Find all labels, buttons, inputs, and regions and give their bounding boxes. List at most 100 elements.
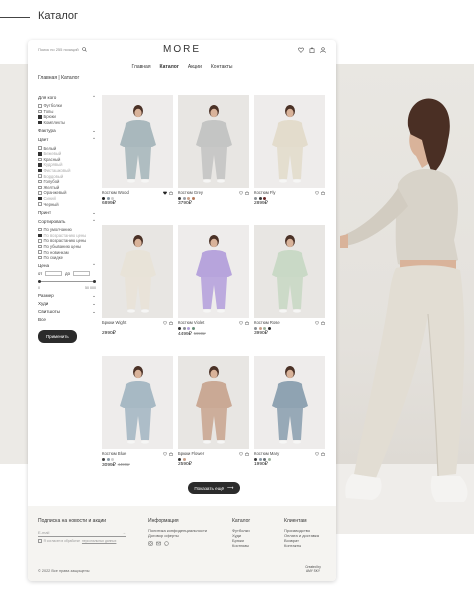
add-to-cart-icon[interactable]	[245, 451, 249, 456]
product-name[interactable]: Костюм Rose	[254, 320, 280, 325]
color-swatch[interactable]	[111, 457, 115, 461]
product-card[interactable]: Костюм Violet 4499₽ 5990₽	[178, 225, 249, 337]
product-image[interactable]	[254, 225, 325, 318]
price-from-input[interactable]	[45, 271, 63, 277]
filter-color-checkbox[interactable]	[38, 174, 42, 178]
filter-sweatshirts[interactable]: Свитшоты ⌄	[38, 309, 96, 315]
favorite-heart-icon[interactable]	[163, 190, 167, 195]
filter-color-option[interactable]: Черный	[38, 201, 96, 207]
favorite-heart-icon[interactable]	[163, 320, 167, 325]
user-icon[interactable]	[320, 47, 326, 53]
product-card[interactable]: Костюм Rose 3990₽	[254, 225, 325, 336]
add-to-cart-icon[interactable]	[321, 190, 325, 195]
add-to-cart-icon[interactable]	[321, 320, 325, 325]
color-swatch[interactable]	[106, 457, 110, 461]
apply-filters-button[interactable]: Применить	[38, 330, 77, 344]
filter-title-price[interactable]: Цена ⌃	[38, 263, 96, 269]
bag-icon[interactable]	[309, 47, 315, 53]
filter-color-checkbox[interactable]	[38, 196, 42, 201]
color-swatch[interactable]	[111, 196, 115, 200]
filter-title-for-whom[interactable]: Для кого ⌃	[38, 95, 96, 101]
product-name[interactable]: Костюм Violet	[178, 320, 204, 325]
nav-promos[interactable]: Акции	[188, 64, 202, 70]
filter-for-whom-option[interactable]: Комплекты	[38, 120, 96, 126]
color-swatch[interactable]	[191, 196, 195, 200]
filter-color-checkbox[interactable]	[38, 152, 42, 156]
color-swatch[interactable]	[258, 196, 262, 200]
color-swatch[interactable]	[263, 326, 267, 330]
filter-sort-checkbox[interactable]	[38, 233, 42, 238]
mail-icon[interactable]	[156, 541, 161, 546]
product-card[interactable]: Костюм Mary 1990₽	[254, 356, 325, 467]
arrow-right-icon[interactable]: →	[122, 530, 126, 536]
filter-title-size[interactable]: Размер ⌄	[38, 293, 96, 299]
filter-color-checkbox[interactable]	[38, 157, 42, 162]
product-image[interactable]	[178, 95, 249, 188]
filter-sort-checkbox[interactable]	[38, 239, 42, 243]
add-to-cart-icon[interactable]	[321, 451, 325, 456]
product-image[interactable]	[254, 95, 325, 188]
product-card[interactable]: Костюм Blue 3099₽ 4499₽	[102, 356, 173, 468]
color-swatch[interactable]	[187, 326, 191, 330]
footer-link[interactable]: Костюмы	[232, 543, 250, 548]
product-card[interactable]: Костюм Wood 6899₽	[102, 95, 173, 206]
product-image[interactable]	[178, 356, 249, 449]
product-card[interactable]: Брюки Flower 2590₽	[178, 356, 249, 467]
color-swatch[interactable]	[178, 457, 181, 461]
color-swatch[interactable]	[187, 196, 191, 200]
filter-color-checkbox[interactable]	[38, 168, 42, 173]
product-name[interactable]: Костюм Wood	[102, 190, 129, 195]
nav-home[interactable]: Главная	[132, 64, 151, 70]
product-name[interactable]: Костюм Grey	[178, 190, 203, 195]
product-name[interactable]: Костюм Mary	[254, 451, 279, 456]
product-name[interactable]: Костюм Blue	[102, 451, 126, 456]
color-swatch[interactable]	[263, 457, 267, 461]
product-name[interactable]: Брюки Wight	[102, 320, 126, 325]
filter-for-whom-checkbox[interactable]	[38, 109, 42, 114]
filter-title-print[interactable]: Принт ⌄	[38, 210, 96, 216]
add-to-cart-icon[interactable]	[169, 451, 173, 456]
favorite-heart-icon[interactable]	[239, 451, 243, 456]
product-image[interactable]	[102, 356, 173, 449]
color-swatch[interactable]	[182, 457, 186, 461]
product-image[interactable]	[102, 225, 173, 318]
color-swatch[interactable]	[254, 457, 257, 461]
product-image[interactable]	[178, 225, 249, 318]
product-name[interactable]: Костюм Fly	[254, 190, 276, 195]
price-slider-min-handle[interactable]	[38, 279, 41, 283]
favorite-heart-icon[interactable]	[315, 451, 319, 456]
add-to-cart-icon[interactable]	[245, 320, 249, 325]
color-swatch[interactable]	[178, 326, 181, 330]
filter-color-checkbox[interactable]	[38, 179, 42, 184]
filter-color-checkbox[interactable]	[38, 202, 42, 206]
filter-sort-option[interactable]: По скидке	[38, 255, 96, 261]
filter-for-whom-checkbox[interactable]	[38, 104, 42, 108]
color-swatch[interactable]	[102, 457, 105, 461]
filter-title-color[interactable]: Цвет ⌃	[38, 137, 96, 143]
whatsapp-icon[interactable]	[164, 541, 169, 546]
price-slider[interactable]	[38, 278, 96, 284]
newsletter-consent[interactable]: Я согласен в обработке персональных данн…	[38, 539, 126, 543]
product-card[interactable]: Костюм Grey 3790₽	[178, 95, 249, 206]
add-to-cart-icon[interactable]	[245, 190, 249, 195]
heart-icon[interactable]	[298, 47, 304, 53]
color-swatch[interactable]	[254, 326, 257, 330]
filter-for-whom-checkbox[interactable]	[38, 120, 42, 125]
color-swatch[interactable]	[182, 196, 186, 200]
price-to-input[interactable]	[72, 271, 90, 277]
product-name[interactable]: Брюки Flower	[178, 451, 204, 456]
filter-sort-checkbox[interactable]	[38, 255, 42, 260]
add-to-cart-icon[interactable]	[169, 190, 173, 195]
filter-color-checkbox[interactable]	[38, 146, 42, 150]
filter-sort-checkbox[interactable]	[38, 244, 42, 249]
filter-title-texture[interactable]: Фактура ⌄	[38, 128, 96, 134]
filter-for-whom-checkbox[interactable]	[38, 115, 42, 119]
nav-catalog[interactable]: Каталог	[160, 64, 179, 70]
filter-sort-checkbox[interactable]	[38, 227, 42, 232]
product-image[interactable]	[102, 95, 173, 188]
filter-title-sort[interactable]: Сортировать ⌃	[38, 219, 96, 225]
favorite-heart-icon[interactable]	[315, 320, 319, 325]
filter-color-checkbox[interactable]	[38, 185, 42, 190]
favorite-heart-icon[interactable]	[239, 320, 243, 325]
color-swatch[interactable]	[254, 196, 257, 200]
